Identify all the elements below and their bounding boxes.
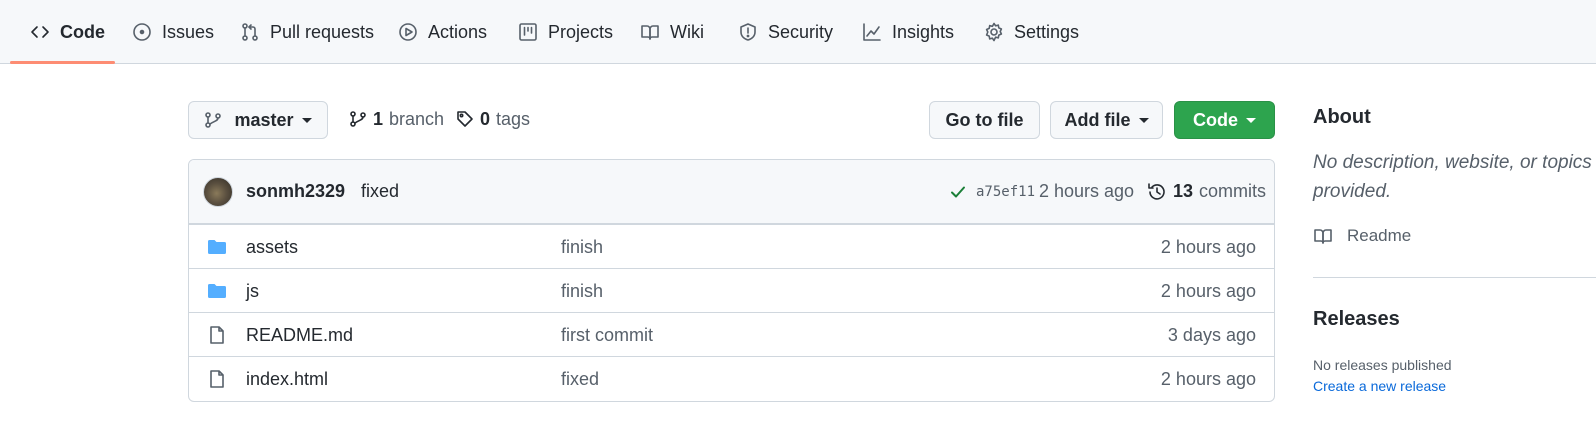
repo-nav: Code Issues Pull requests Actions Projec…	[0, 0, 1596, 64]
no-releases-text: No releases published	[1313, 357, 1452, 373]
tab-actions[interactable]: Actions	[398, 0, 487, 64]
file-row[interactable]: js finish 2 hours ago	[189, 268, 1274, 312]
file-commit-message[interactable]: fixed	[561, 369, 599, 390]
tag-label: tags	[496, 108, 531, 129]
tab-settings[interactable]: Settings	[984, 0, 1079, 64]
tag-icon	[457, 111, 473, 127]
tab-projects[interactable]: Projects	[518, 0, 613, 64]
commit-time: 2 hours ago	[1039, 181, 1135, 201]
file-name[interactable]: index.html	[246, 369, 328, 390]
file-commit-message[interactable]: finish	[561, 237, 603, 258]
code-button-label: Code	[1193, 109, 1238, 130]
go-to-file-label: Go to file	[945, 109, 1024, 130]
file-name[interactable]: assets	[246, 237, 298, 258]
check-icon[interactable]	[949, 183, 967, 201]
readme-label: Readme	[1347, 226, 1412, 245]
file-browser: sonmh2329 fixed a75ef11 2 hours ago 13 c…	[188, 159, 1275, 402]
go-to-file-button[interactable]: Go to file	[929, 101, 1040, 139]
tab-security[interactable]: Security	[738, 0, 833, 64]
releases-heading[interactable]: Releases	[1313, 308, 1400, 331]
tab-label: Projects	[548, 21, 614, 42]
file-name[interactable]: js	[246, 281, 259, 302]
tab-label: Security	[768, 21, 834, 42]
file-row[interactable]: assets finish 2 hours ago	[189, 224, 1274, 268]
code-dropdown-button[interactable]: Code	[1174, 101, 1275, 139]
commits-history-link[interactable]: 13 commits	[1147, 181, 1266, 202]
add-file-button[interactable]: Add file	[1050, 101, 1163, 139]
file-row[interactable]: README.md first commit 3 days ago	[189, 312, 1274, 356]
about-heading: About	[1313, 106, 1371, 128]
tab-label: Code	[60, 21, 105, 42]
file-time: 2 hours ago	[1160, 281, 1256, 301]
file-name[interactable]: README.md	[246, 325, 353, 346]
file-commit-message[interactable]: first commit	[561, 325, 653, 346]
branch-select-button[interactable]: master	[188, 101, 328, 139]
project-icon	[518, 22, 538, 42]
folder-icon	[207, 281, 227, 301]
git-branch-icon	[350, 111, 366, 127]
book-icon	[640, 22, 660, 42]
file-icon	[207, 325, 227, 345]
gear-icon	[984, 22, 1004, 42]
branch-count: 1	[373, 108, 384, 129]
branch-name: master	[234, 109, 294, 130]
create-release-link[interactable]: Create a new release	[1313, 378, 1446, 394]
file-time: 3 days ago	[1167, 325, 1256, 345]
commit-label: commits	[1199, 181, 1267, 201]
book-icon	[1314, 229, 1332, 244]
about-description: No description, website, or topics provi…	[1313, 152, 1592, 202]
tab-pull-requests[interactable]: Pull requests	[240, 0, 374, 64]
code-icon	[30, 22, 50, 42]
readme-link[interactable]: Readme	[1313, 226, 1411, 246]
shield-icon	[738, 22, 758, 42]
folder-icon	[207, 237, 227, 257]
commit-sha[interactable]: a75ef11	[976, 184, 1035, 200]
file-time: 2 hours ago	[1160, 237, 1256, 257]
file-icon	[207, 369, 227, 389]
branches-link[interactable]: 1 branch	[349, 103, 444, 135]
history-icon	[1148, 182, 1165, 200]
tab-issues[interactable]: Issues	[132, 0, 214, 64]
sidebar-divider	[1313, 277, 1596, 278]
git-branch-icon	[205, 112, 222, 128]
file-commit-message[interactable]: finish	[561, 281, 603, 302]
graph-icon	[862, 22, 882, 42]
tab-label: Settings	[1014, 21, 1080, 42]
add-file-label: Add file	[1064, 109, 1131, 130]
issue-opened-icon	[132, 22, 152, 42]
active-tab-underline	[10, 61, 115, 64]
tab-label: Pull requests	[270, 21, 375, 42]
file-time: 2 hours ago	[1160, 369, 1256, 389]
tag-count: 0	[480, 108, 491, 129]
commit-count: 13	[1173, 181, 1194, 201]
tab-label: Insights	[892, 21, 955, 42]
play-icon	[398, 22, 418, 42]
file-row[interactable]: index.html fixed 2 hours ago	[189, 356, 1274, 400]
tab-insights[interactable]: Insights	[862, 0, 954, 64]
tags-link[interactable]: 0 tags	[456, 103, 530, 135]
avatar[interactable]	[203, 177, 233, 207]
commit-author[interactable]: sonmh2329	[246, 181, 345, 202]
git-pull-request-icon	[240, 22, 260, 42]
chevron-down-icon	[1138, 117, 1149, 123]
tab-label: Actions	[428, 21, 488, 42]
tab-label: Wiki	[670, 21, 704, 42]
chevron-down-icon	[301, 117, 312, 123]
tab-wiki[interactable]: Wiki	[640, 0, 704, 64]
tab-label: Issues	[162, 21, 215, 42]
chevron-down-icon	[1246, 117, 1256, 123]
branch-label: branch	[389, 108, 445, 129]
latest-commit-bar: sonmh2329 fixed a75ef11 2 hours ago 13 c…	[189, 160, 1274, 224]
commit-message[interactable]: fixed	[361, 181, 399, 202]
tab-code[interactable]: Code	[30, 0, 105, 64]
